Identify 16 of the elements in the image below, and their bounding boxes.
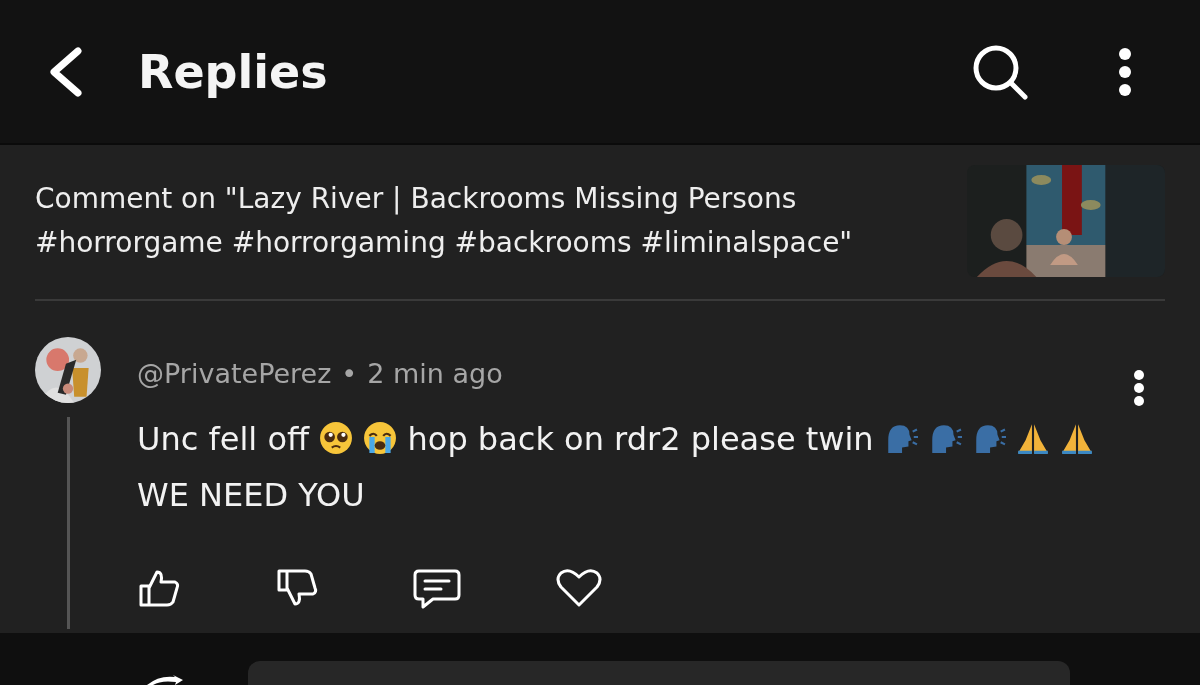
video-title: Comment on "Lazy River | Backrooms Missing Persons #horrorgame #horrorgaming #backrooms #liminalspace": [35, 181, 854, 261]
comment-icon[interactable]: [413, 567, 461, 609]
thumbs-down-icon[interactable]: [275, 568, 319, 608]
crying-face-icon: [363, 421, 398, 455]
curved-arrow-icon: [145, 675, 185, 685]
comment-text: Unc fell off hop back on rdr2 please twin WE NEED YOU: [137, 411, 1165, 523]
author-handle[interactable]: @PrivatePerez: [137, 357, 332, 389]
heart-icon[interactable]: [555, 567, 603, 609]
screen-title: Replies: [138, 44, 328, 99]
more-icon[interactable]: [1133, 369, 1145, 407]
thumbs-up-icon[interactable]: [137, 568, 181, 608]
more-icon[interactable]: [1118, 46, 1132, 97]
pleading-face-icon: [319, 421, 354, 455]
reply-field[interactable]: [248, 661, 1070, 685]
separator-dot: •: [341, 357, 358, 389]
comment-time: 2 min ago: [367, 357, 503, 389]
